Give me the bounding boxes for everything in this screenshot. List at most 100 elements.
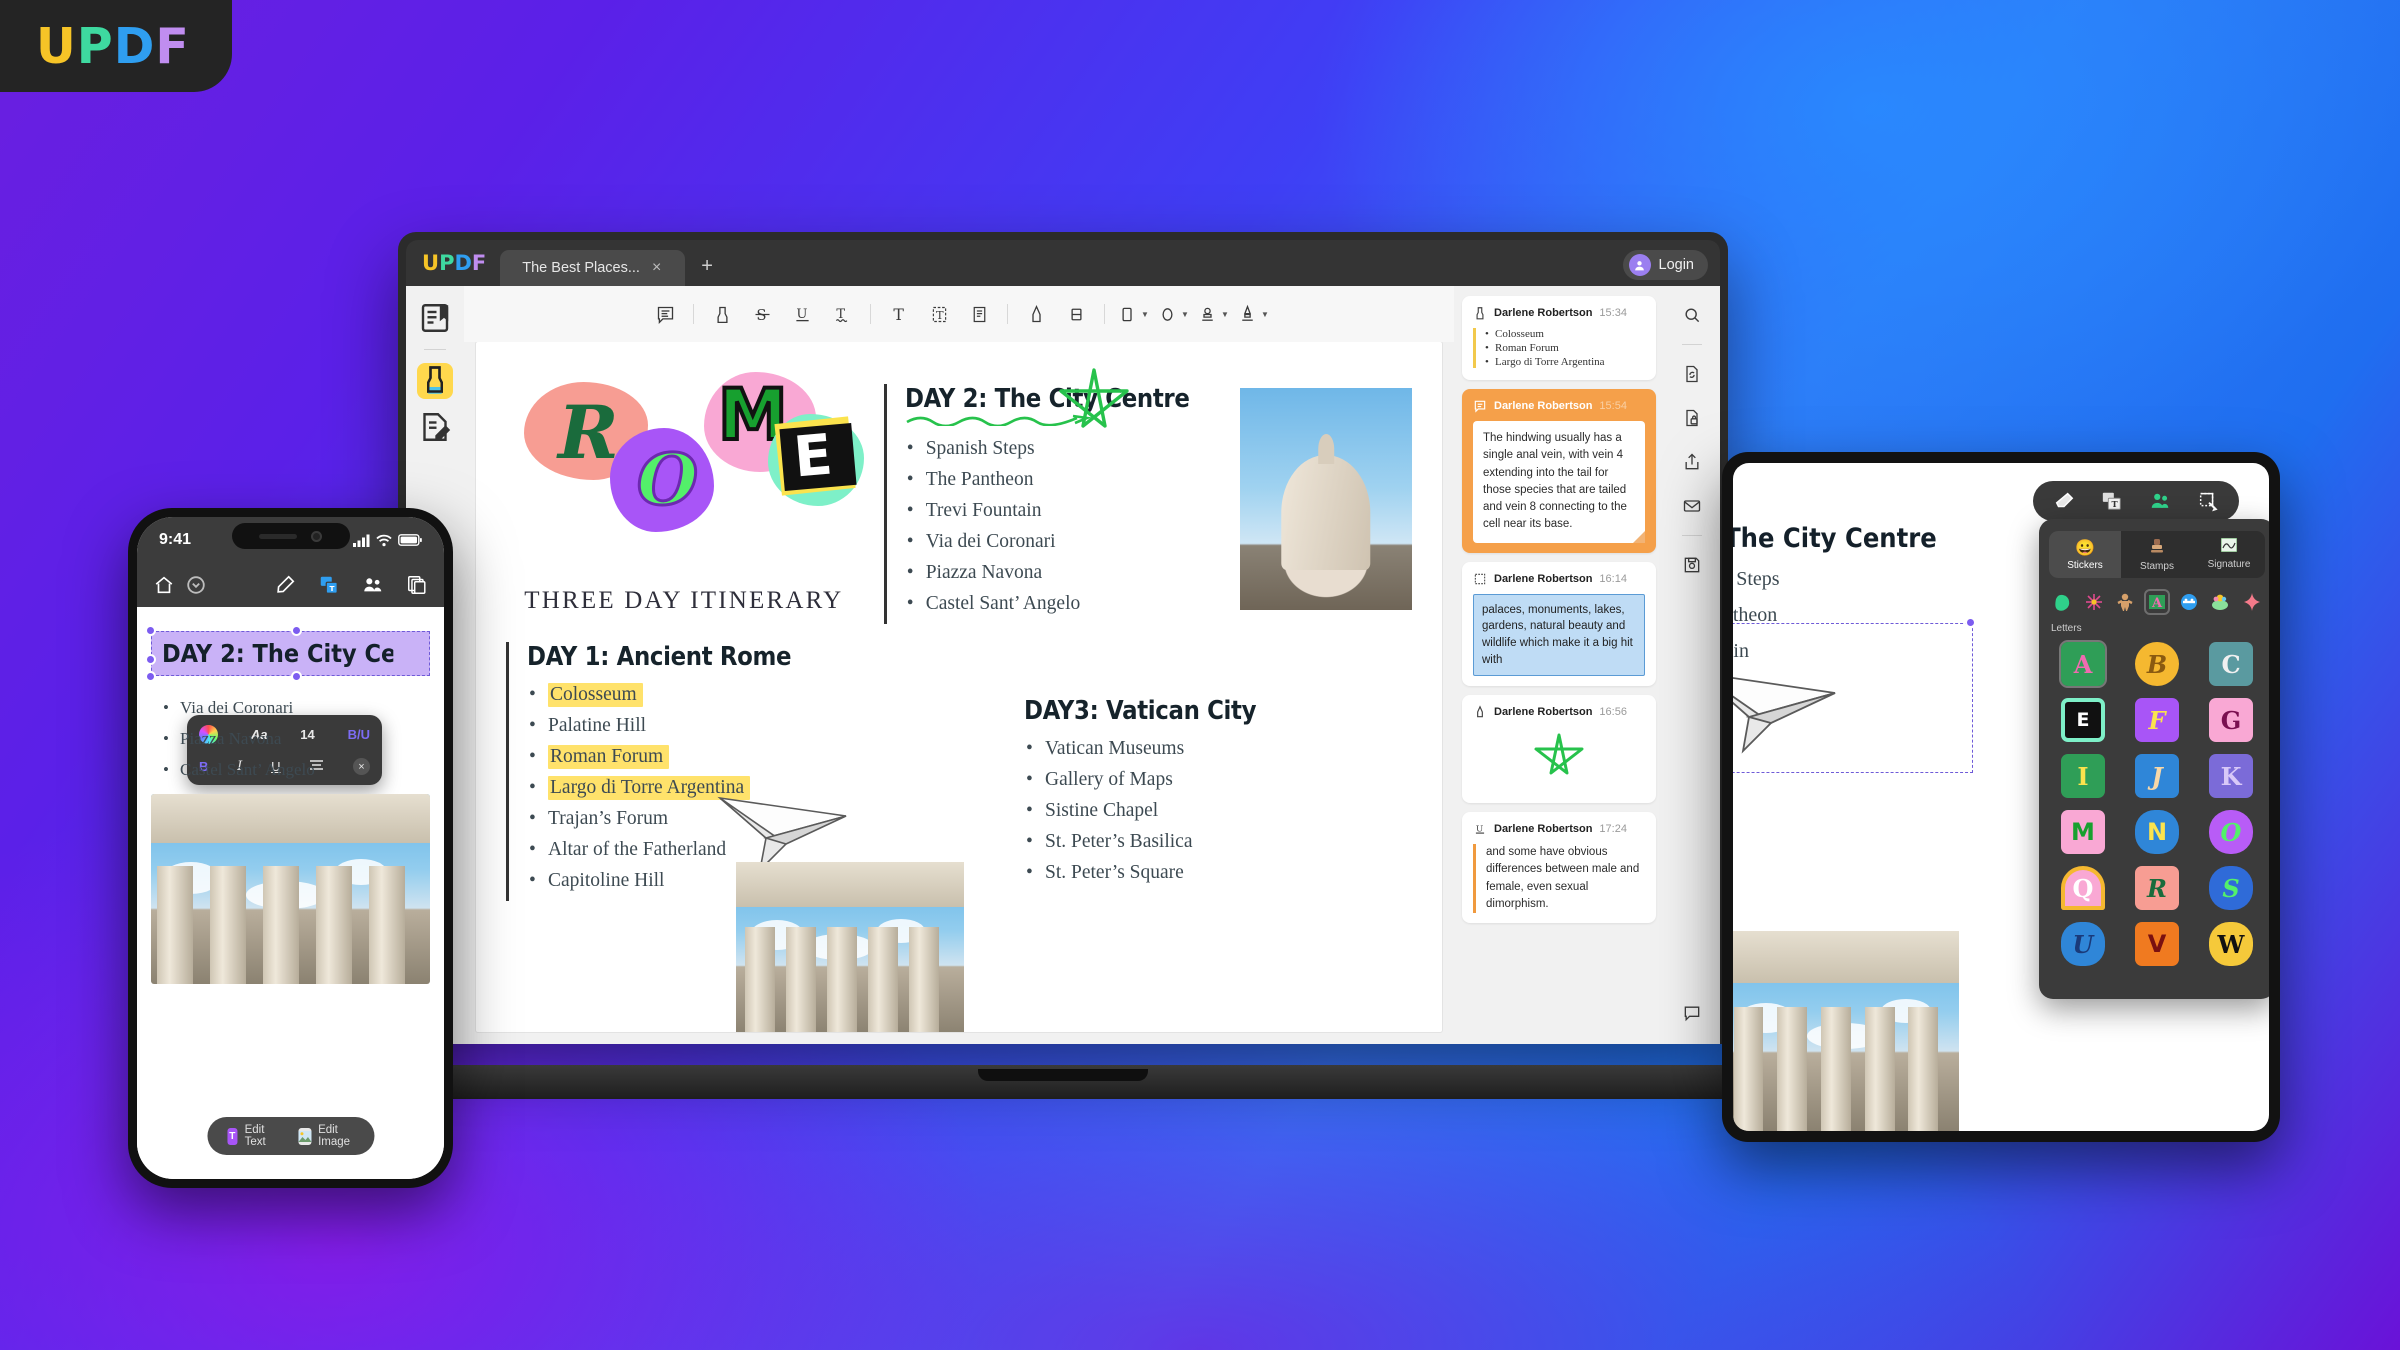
save-icon[interactable] — [1677, 550, 1707, 580]
signature-icon[interactable]: ▼ — [1234, 297, 1272, 331]
copy-pages-icon[interactable] — [406, 574, 428, 596]
strikethrough-icon[interactable]: S — [743, 297, 781, 331]
new-tab-button[interactable]: + — [685, 255, 729, 286]
resize-handle-tc[interactable] — [290, 625, 302, 636]
letter-sticker[interactable]: K — [2209, 754, 2253, 798]
comment-time: 16:56 — [1599, 706, 1627, 719]
edit-image-button[interactable]: Edit Image — [298, 1124, 354, 1148]
highlighter-icon[interactable] — [703, 297, 741, 331]
resize-handle-bl[interactable] — [145, 671, 156, 682]
comments-panel[interactable]: Darlene Robertson 15:34 Colosseum Roman … — [1454, 286, 1664, 1044]
resize-handle-bc[interactable] — [290, 671, 302, 682]
letter-sticker[interactable]: M — [2061, 810, 2105, 854]
people-icon[interactable] — [2149, 490, 2171, 512]
comment-item[interactable]: Darlene Robertson 15:34 Colosseum Roman … — [1462, 296, 1656, 380]
day2-title: DAY 2: The City Centre — [904, 384, 1190, 414]
letter-a-icon[interactable]: A — [2143, 589, 2170, 615]
share-icon[interactable] — [1677, 447, 1707, 477]
search-icon[interactable] — [1677, 300, 1707, 330]
tablet-toolbar[interactable]: T — [2033, 481, 2239, 521]
letter-sticker[interactable]: B — [2135, 642, 2179, 686]
pencil-icon — [1473, 705, 1487, 719]
crop-icon[interactable] — [2197, 490, 2219, 512]
resize-handle-ml[interactable] — [145, 653, 156, 665]
letter-sticker[interactable]: S — [2209, 866, 2253, 910]
comment-author: Darlene Robertson — [1494, 572, 1593, 585]
comment-icon[interactable] — [1677, 998, 1707, 1028]
letter-sticker[interactable]: N — [2135, 810, 2179, 854]
letter-sticker[interactable]: C — [2209, 642, 2253, 686]
resize-handle-tr[interactable] — [1965, 617, 1976, 628]
list-item: Colosseum — [1485, 328, 1645, 340]
letter-sticker[interactable]: V — [2135, 922, 2179, 966]
sidebar-item-edit[interactable] — [417, 409, 453, 445]
edit-image-icon[interactable]: T — [318, 574, 340, 596]
convert-file-icon[interactable] — [1677, 359, 1707, 389]
chevron-down-icon[interactable]: ▼ — [1221, 310, 1229, 319]
pencil-icon[interactable] — [1017, 297, 1055, 331]
letter-sticker[interactable]: I — [2061, 754, 2105, 798]
chevron-down-icon[interactable]: ▼ — [1261, 310, 1269, 319]
chevron-down-icon[interactable]: ▼ — [1181, 310, 1189, 319]
tab-signature[interactable]: Signature — [2193, 531, 2265, 578]
letter-sticker[interactable]: U — [2061, 922, 2105, 966]
tab-stickers[interactable]: 😀 Stickers — [2049, 531, 2121, 578]
text-icon[interactable]: T — [880, 297, 918, 331]
list-item: Castel Sant’ Angelo — [905, 593, 1228, 615]
stamp-icon[interactable]: ▼ — [1194, 297, 1232, 331]
letter-sticker[interactable]: A — [2059, 640, 2107, 688]
document-viewport[interactable]: R O M E THREE DAY ITINERARY DAY 2: The C… — [464, 342, 1454, 1044]
tablet-screen: T 2: The City Centre anish Steps e Panth… — [1733, 463, 2269, 1131]
letter-sticker[interactable]: G — [2209, 698, 2253, 742]
oval-icon[interactable]: ▼ — [1154, 297, 1192, 331]
comment-item-selected[interactable]: Darlene Robertson 15:54 The hindwing usu… — [1462, 389, 1656, 553]
edit-text-button[interactable]: T Edit Text — [226, 1124, 272, 1148]
sticker-panel[interactable]: 😀 Stickers Stamps Signature A Letters A … — [2039, 519, 2269, 999]
text-selection-box[interactable]: DAY 2: The City Cen — [145, 625, 430, 682]
eraser-icon[interactable] — [1057, 297, 1095, 331]
letter-sticker[interactable]: O — [2209, 810, 2253, 854]
letter-sticker[interactable]: W — [2209, 922, 2253, 966]
text-box-icon[interactable]: T — [920, 297, 958, 331]
gingerbread-icon[interactable] — [2114, 591, 2136, 613]
tab-stamps[interactable]: Stamps — [2121, 531, 2193, 578]
envelope-icon[interactable] — [1677, 491, 1707, 521]
sidebar-item-reader[interactable] — [417, 300, 453, 336]
document-tab[interactable]: The Best Places... × — [500, 250, 686, 286]
annotation-toolbar: S U T T T ▼ ▼ ▼ ▼ — [464, 286, 1454, 342]
tablet-device: T 2: The City Centre anish Steps e Panth… — [1722, 452, 2280, 1142]
chevron-down-icon[interactable]: ▼ — [1141, 310, 1149, 319]
sidebar-item-annotate[interactable] — [417, 363, 453, 399]
list-item: Via dei Coronari — [163, 698, 444, 718]
letter-sticker[interactable]: E — [2061, 698, 2105, 742]
comment-item[interactable]: Darlene Robertson 16:56 — [1462, 695, 1656, 804]
shape-icon[interactable]: ▼ — [1114, 297, 1152, 331]
firework-icon[interactable] — [2083, 591, 2105, 613]
splash-icon[interactable] — [2178, 591, 2200, 613]
eraser-icon[interactable] — [2053, 490, 2075, 512]
underline-icon[interactable]: U — [783, 297, 821, 331]
people-icon[interactable] — [362, 574, 384, 596]
comment-item[interactable]: Darlene Robertson 16:14 palaces, monumen… — [1462, 561, 1656, 687]
login-button[interactable]: Login — [1622, 250, 1708, 280]
sticky-note-icon[interactable] — [646, 297, 684, 331]
close-icon[interactable]: × — [652, 259, 661, 277]
blob-icon[interactable] — [2051, 591, 2073, 613]
pen-icon[interactable] — [274, 574, 296, 596]
squiggly-underline-icon[interactable]: T — [823, 297, 861, 331]
letter-sticker[interactable]: F — [2135, 698, 2179, 742]
phone-bottom-bar[interactable]: T Edit Text Edit Image — [206, 1117, 375, 1155]
diamond-icon[interactable] — [2241, 591, 2263, 613]
lock-file-icon[interactable] — [1677, 403, 1707, 433]
comment-item[interactable]: U Darlene Robertson 17:24 and some have … — [1462, 812, 1656, 924]
home-icon[interactable] — [153, 574, 175, 596]
letter-sticker[interactable]: Q — [2061, 866, 2105, 910]
letter-sticker[interactable]: J — [2135, 754, 2179, 798]
monster-icon[interactable] — [2209, 591, 2231, 613]
text-callout-icon[interactable] — [960, 297, 998, 331]
resize-handle-tl[interactable] — [145, 625, 156, 636]
text-image-icon[interactable]: T — [2101, 490, 2123, 512]
letter-sticker[interactable]: R — [2135, 866, 2179, 910]
chevron-down-icon[interactable] — [185, 574, 207, 596]
login-label: Login — [1658, 257, 1694, 273]
